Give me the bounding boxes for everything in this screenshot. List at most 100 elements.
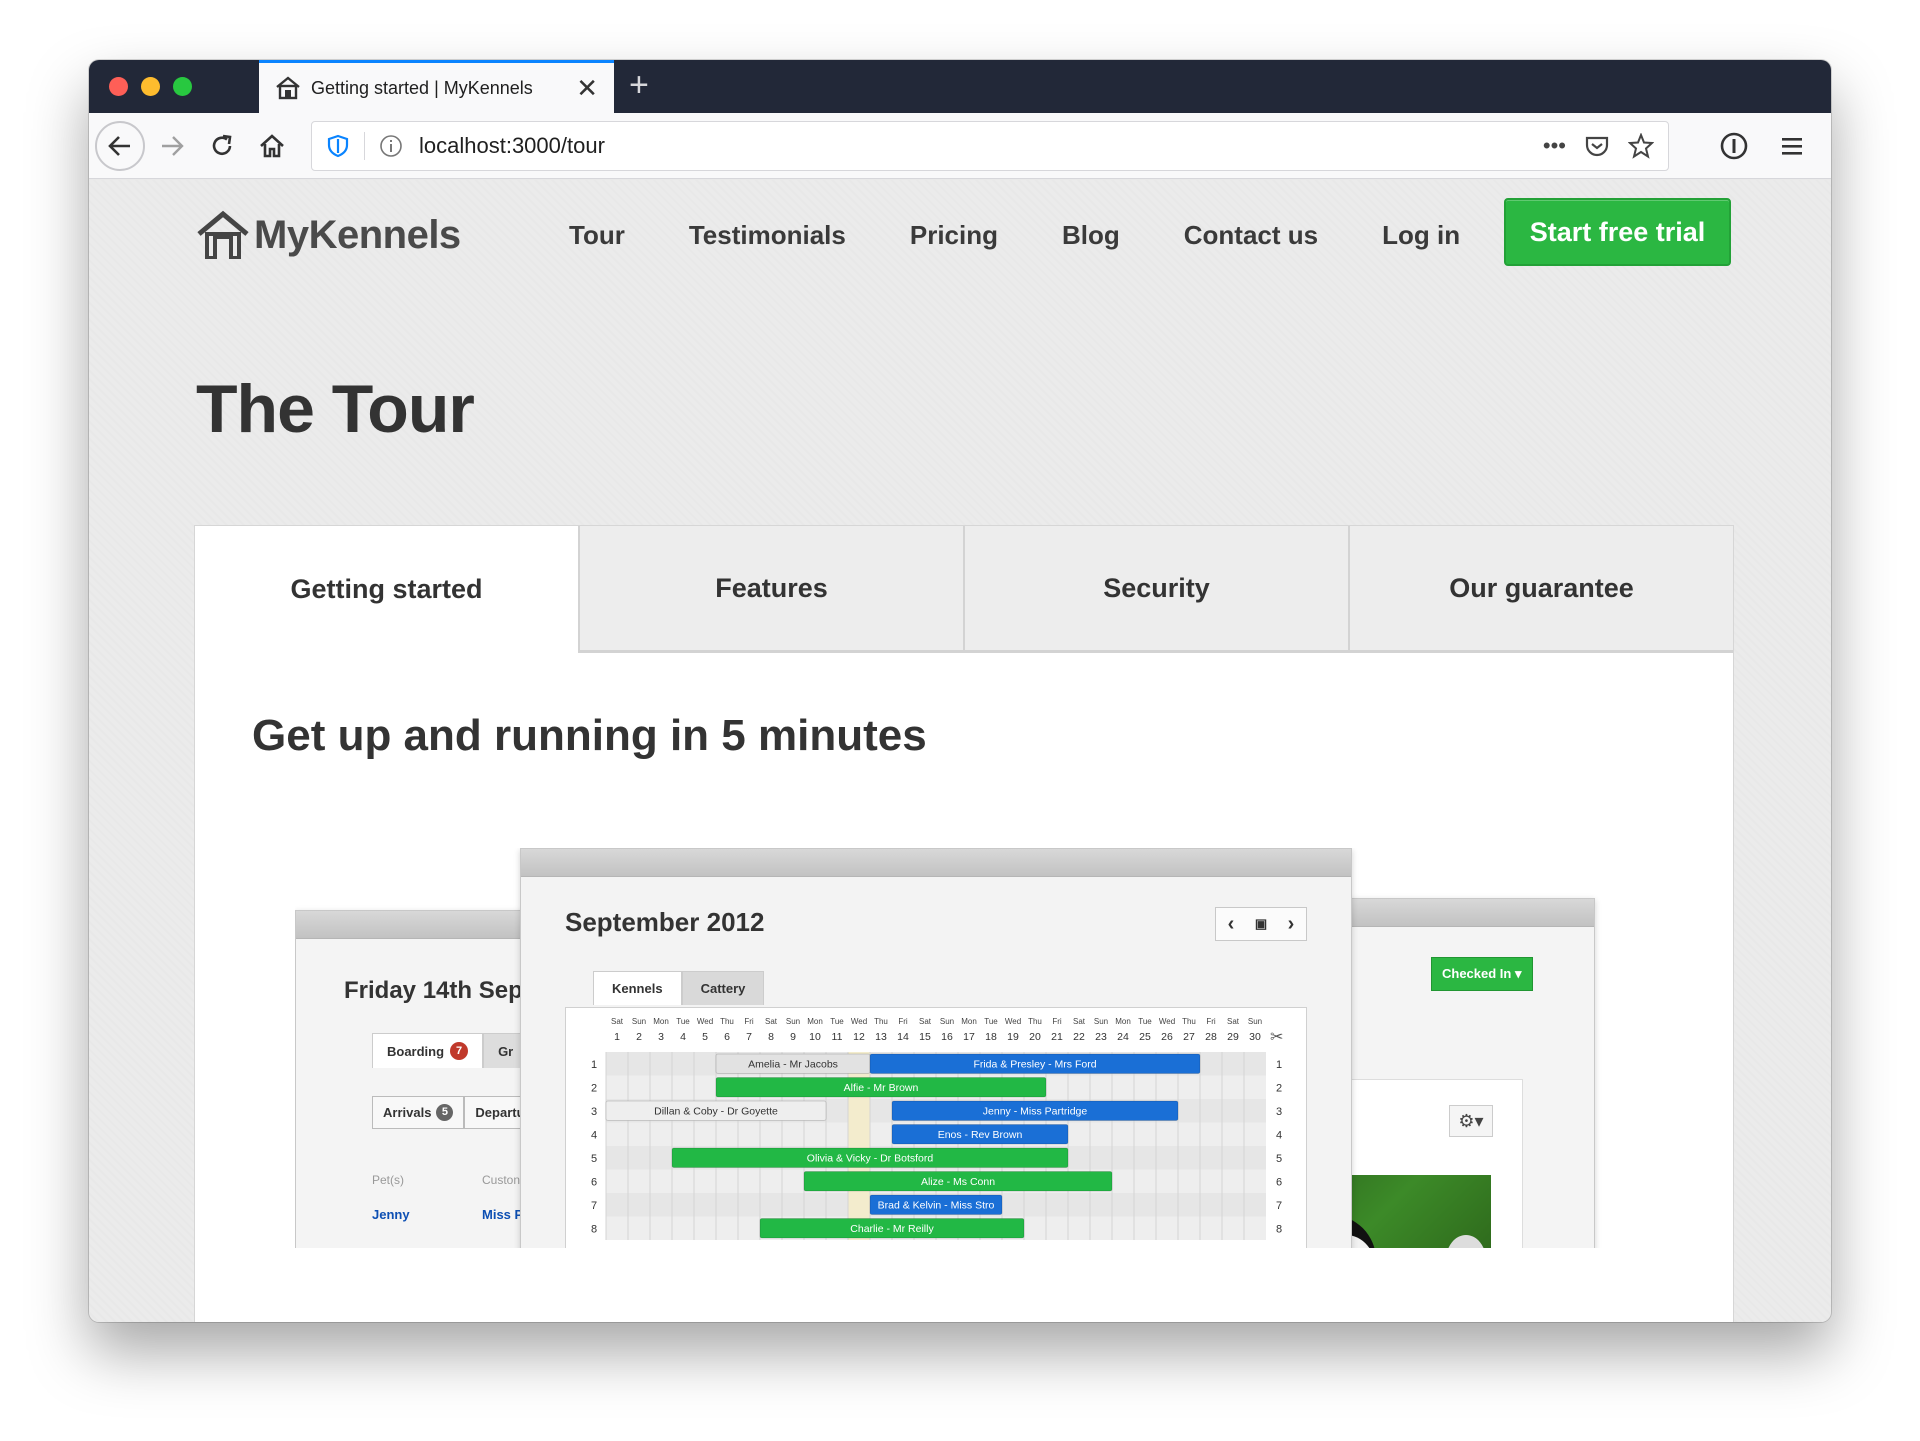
url-text[interactable]: localhost:3000/tour bbox=[419, 133, 1543, 159]
row-number-label: 8 bbox=[591, 1224, 597, 1236]
tracking-protection-shield-icon[interactable] bbox=[326, 134, 350, 158]
nav-log-in[interactable]: Log in bbox=[1382, 220, 1460, 251]
day-number-label: 8 bbox=[768, 1031, 774, 1043]
password-manager-button[interactable] bbox=[1715, 127, 1753, 165]
weekday-label: Thu bbox=[1182, 1017, 1196, 1026]
forward-button[interactable] bbox=[147, 121, 197, 171]
tab-getting-started[interactable]: Getting started bbox=[195, 526, 578, 653]
logo-text: MyKennels bbox=[254, 212, 461, 257]
bookmark-star-icon[interactable] bbox=[1628, 133, 1654, 159]
reload-button[interactable] bbox=[197, 121, 247, 171]
boarding-count-badge: 7 bbox=[450, 1042, 469, 1060]
nav-testimonials[interactable]: Testimonials bbox=[689, 220, 846, 251]
weekday-label: Sat bbox=[611, 1017, 624, 1026]
maximize-window-button[interactable] bbox=[173, 77, 192, 96]
nav-pricing[interactable]: Pricing bbox=[910, 220, 998, 251]
hamburger-menu-button[interactable] bbox=[1773, 127, 1811, 165]
mock-calendar-month: September 2012 bbox=[565, 907, 765, 937]
browser-tab[interactable]: Getting started | MyKennels ✕ bbox=[259, 60, 614, 113]
more-actions-icon[interactable]: ••• bbox=[1543, 133, 1566, 159]
row-number-label: 2 bbox=[1276, 1083, 1282, 1095]
row-number-label: 5 bbox=[591, 1153, 597, 1165]
kennel-logo-icon bbox=[197, 210, 249, 259]
site-info-icon[interactable] bbox=[379, 134, 403, 158]
booking-label: Jenny - Miss Partridge bbox=[983, 1106, 1088, 1118]
weekday-label: Mon bbox=[807, 1017, 823, 1026]
row-number-label: 1 bbox=[1276, 1059, 1282, 1071]
mock-tab-kennels: Kennels bbox=[593, 971, 682, 1005]
mock-prev-icon: ‹ bbox=[1227, 912, 1235, 935]
row-number-label: 8 bbox=[1276, 1224, 1282, 1236]
day-number-label: 10 bbox=[809, 1031, 821, 1043]
mock-day-tabs: Boarding 7 Gr bbox=[372, 1033, 529, 1068]
day-number-label: 19 bbox=[1007, 1031, 1019, 1043]
row-number-label: 6 bbox=[1276, 1177, 1282, 1189]
new-tab-icon[interactable]: + bbox=[629, 68, 649, 102]
address-bar[interactable]: localhost:3000/tour ••• bbox=[311, 121, 1669, 171]
mock-titlebar bbox=[296, 911, 554, 939]
site-logo[interactable]: MyKennels bbox=[196, 208, 461, 262]
minimize-window-button[interactable] bbox=[141, 77, 160, 96]
tab-security[interactable]: Security bbox=[963, 526, 1348, 653]
day-number-label: 28 bbox=[1205, 1031, 1217, 1043]
tab-features[interactable]: Features bbox=[578, 526, 963, 653]
close-window-button[interactable] bbox=[109, 77, 128, 96]
browser-toolbar: localhost:3000/tour ••• bbox=[89, 113, 1831, 179]
weekday-label: Fri bbox=[1206, 1017, 1216, 1026]
mock-booking-grid: Sat 1 Sun 2 Mon 3 Tue 4 Wed 5 Thu 6 Fri 7 Sat 8 Sun 9 Mon 1… bbox=[565, 1007, 1307, 1248]
mock-checked-in-label: Checked In bbox=[1442, 966, 1512, 981]
weekday-label: Tue bbox=[830, 1017, 844, 1026]
day-number-label: 27 bbox=[1183, 1031, 1195, 1043]
day-number-label: 24 bbox=[1117, 1031, 1129, 1043]
pocket-icon[interactable] bbox=[1584, 133, 1610, 159]
tab-our-guarantee[interactable]: Our guarantee bbox=[1348, 526, 1733, 653]
home-icon bbox=[260, 134, 284, 158]
row-number-label: 6 bbox=[591, 1177, 597, 1189]
weekday-label: Sat bbox=[765, 1017, 778, 1026]
tour-panel: Getting started Features Security Our gu… bbox=[194, 525, 1734, 1322]
booking-label: Olivia & Vicky - Dr Botsford bbox=[807, 1153, 934, 1165]
row-number-label: 4 bbox=[1276, 1130, 1282, 1142]
day-number-label: 17 bbox=[963, 1031, 975, 1043]
day-number-label: 14 bbox=[897, 1031, 909, 1043]
mock-tab-boarding: Boarding 7 bbox=[372, 1033, 484, 1068]
row-number-label: 4 bbox=[591, 1130, 597, 1142]
day-number-label: 1 bbox=[614, 1031, 620, 1043]
day-number-label: 29 bbox=[1227, 1031, 1239, 1043]
close-tab-icon[interactable]: ✕ bbox=[576, 75, 598, 101]
dog-shape bbox=[1446, 1235, 1486, 1248]
start-free-trial-button[interactable]: Start free trial bbox=[1504, 198, 1731, 266]
nav-contact-us[interactable]: Contact us bbox=[1184, 220, 1318, 251]
back-button[interactable] bbox=[95, 121, 145, 171]
mock-col-pets: Pet(s) bbox=[372, 1173, 405, 1187]
password-manager-icon bbox=[1720, 132, 1748, 160]
page-actions: ••• bbox=[1543, 133, 1654, 159]
weekday-label: Sat bbox=[919, 1017, 932, 1026]
arrivals-count-badge: 5 bbox=[436, 1104, 454, 1121]
row-number-label: 2 bbox=[591, 1083, 597, 1095]
booking-label: Alfie - Mr Brown bbox=[844, 1082, 919, 1094]
daily-view-mock: Friday 14th Sep Boarding 7 Gr Arrivals 5 bbox=[295, 910, 555, 1248]
mock-gear-icon: ⚙▾ bbox=[1449, 1105, 1493, 1137]
mock-calendar-nav: ‹ ▣ › bbox=[1215, 907, 1307, 941]
weekday-label: Thu bbox=[1028, 1017, 1042, 1026]
weekday-label: Mon bbox=[961, 1017, 977, 1026]
booking-label: Frida & Presley - Mrs Ford bbox=[973, 1059, 1096, 1071]
row-number-label: 7 bbox=[1276, 1200, 1282, 1212]
day-number-label: 7 bbox=[746, 1031, 752, 1043]
day-number-label: 25 bbox=[1139, 1031, 1151, 1043]
home-button[interactable] bbox=[247, 121, 297, 171]
nav-tour[interactable]: Tour bbox=[569, 220, 625, 251]
kennel-favicon-icon bbox=[276, 76, 300, 100]
day-number-label: 4 bbox=[680, 1031, 686, 1043]
day-number-label: 16 bbox=[941, 1031, 953, 1043]
day-number-label: 13 bbox=[875, 1031, 887, 1043]
weekday-label: Sun bbox=[940, 1017, 954, 1026]
row-number-label: 7 bbox=[591, 1200, 597, 1212]
nav-blog[interactable]: Blog bbox=[1062, 220, 1120, 251]
weekday-label: Tue bbox=[984, 1017, 998, 1026]
weekday-label: Sun bbox=[786, 1017, 800, 1026]
reload-icon bbox=[212, 134, 232, 155]
day-number-label: 18 bbox=[985, 1031, 997, 1043]
row-number-label: 3 bbox=[591, 1106, 597, 1118]
